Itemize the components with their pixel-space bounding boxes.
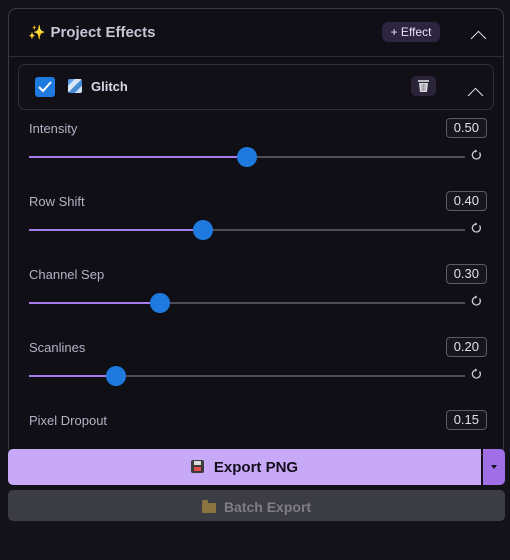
effect-enabled-checkbox[interactable] (35, 77, 55, 97)
slider-fill (29, 302, 160, 304)
batch-export-label: Batch Export (223, 499, 312, 515)
slider-thumb[interactable] (193, 220, 214, 240)
chevron-up-icon[interactable] (470, 30, 487, 47)
param-slider[interactable] (29, 220, 465, 240)
param-slider[interactable] (29, 366, 465, 386)
param-value-input[interactable]: 0.15 (445, 410, 487, 430)
reset-icon[interactable] (470, 222, 482, 234)
add-effect-button[interactable]: + Effect (382, 22, 440, 42)
param-label: Pixel Dropout (29, 413, 108, 428)
batch-export-button[interactable]: Batch Export (8, 490, 505, 521)
export-png-button[interactable]: Export PNG (8, 449, 481, 485)
reset-icon[interactable] (470, 149, 482, 161)
sparkles-icon: ✨ (28, 24, 46, 40)
param-slider[interactable] (29, 147, 465, 167)
effect-name: Glitch (91, 79, 128, 94)
slider-fill (29, 156, 247, 158)
batch-export-content: Batch Export (8, 499, 505, 515)
panel-header[interactable]: ✨ Project Effects + Effect (9, 9, 503, 57)
export-options-dropdown-button[interactable] (483, 449, 505, 485)
panel-title-text: Project Effects (50, 24, 156, 41)
caret-down-icon (491, 465, 497, 469)
param-label: Intensity (29, 121, 78, 136)
trash-icon (418, 80, 429, 92)
param-label: Row Shift (29, 194, 85, 209)
param-label: Channel Sep (29, 267, 105, 282)
export-png-content: Export PNG (8, 459, 481, 476)
slider-fill (29, 229, 204, 231)
checkmark-icon (38, 81, 52, 93)
glitch-icon (68, 79, 82, 93)
floppy-disk-icon (190, 460, 204, 473)
param-label: Scanlines (29, 340, 86, 355)
reset-icon[interactable] (470, 368, 482, 380)
slider-thumb[interactable] (149, 293, 170, 313)
param-value-input[interactable]: 0.40 (445, 191, 487, 211)
slider-thumb[interactable] (106, 366, 127, 386)
reset-icon[interactable] (470, 295, 482, 307)
chevron-up-icon[interactable] (467, 87, 484, 104)
effect-card-glitch: Glitch (18, 64, 494, 110)
delete-effect-button[interactable] (411, 76, 436, 96)
param-slider[interactable] (29, 293, 465, 313)
export-png-label: Export PNG (213, 459, 299, 476)
param-value-input[interactable]: 0.50 (445, 118, 487, 138)
slider-thumb[interactable] (237, 147, 257, 167)
project-effects-panel: ✨ Project Effects + Effect Glitch Intensi… (8, 8, 504, 455)
slider-fill (29, 375, 117, 377)
folder-icon (201, 500, 216, 513)
param-value-input[interactable]: 0.30 (445, 264, 487, 284)
panel-title: ✨ Project Effects (28, 24, 155, 41)
param-value-input[interactable]: 0.20 (445, 337, 487, 357)
